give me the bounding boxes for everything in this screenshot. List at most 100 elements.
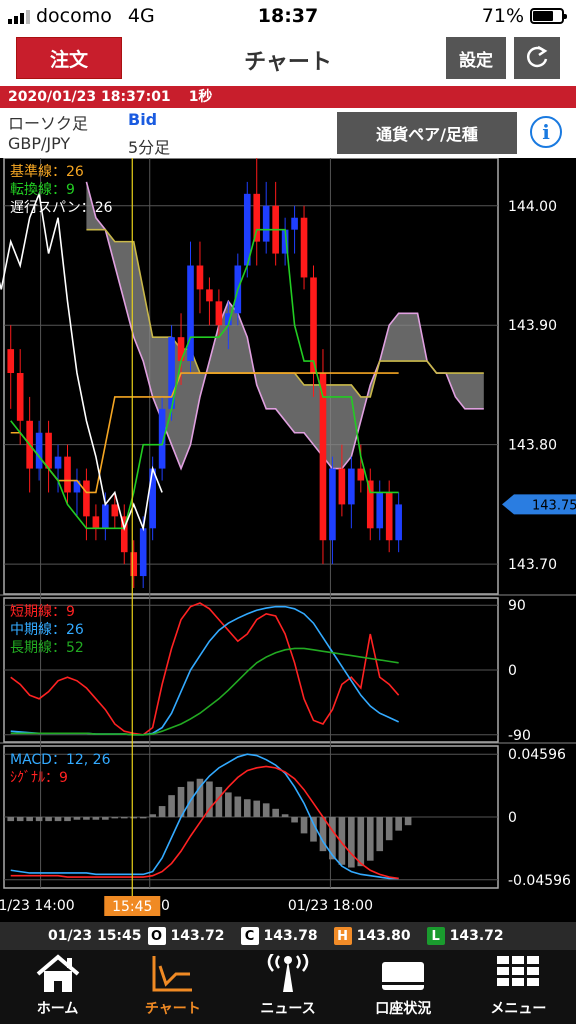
macd-histogram-bar xyxy=(215,786,223,817)
deviation-legend-label: 短期線：9 xyxy=(10,604,75,620)
macd-tick-label: 0.04596 xyxy=(508,747,566,763)
macd-histogram-bar xyxy=(225,792,232,817)
candle-body xyxy=(319,373,327,541)
candle-body xyxy=(385,492,393,541)
candle-body xyxy=(300,217,308,278)
macd-histogram-bar xyxy=(243,799,251,817)
info-icon[interactable]: i xyxy=(530,116,562,148)
price-tick-label: 143.80 xyxy=(508,438,557,454)
datetime-text: 2020/01/23 18:37:01 xyxy=(8,89,171,105)
macd-histogram-bar xyxy=(395,817,402,831)
open-value: 143.72 xyxy=(170,928,225,944)
macd-histogram-bar xyxy=(35,817,43,822)
macd-histogram-bar xyxy=(281,814,289,817)
candle-body xyxy=(348,468,355,505)
deviation-legend-label: 中期線：26 xyxy=(10,622,84,638)
macd-histogram-bar xyxy=(7,817,15,822)
time-tick-label: 1/23 14:00 xyxy=(0,898,75,914)
candle-body xyxy=(338,468,346,505)
macd-histogram-bar xyxy=(168,795,175,817)
battery-icon xyxy=(530,8,567,24)
price-legend-label: 基準線：26 xyxy=(10,163,84,180)
candle-body xyxy=(111,504,119,517)
candle-body xyxy=(64,456,71,493)
tab-chart-label: チャート xyxy=(144,1001,201,1017)
tab-bar: ホーム チャート ニュース 口座状況 メニュー xyxy=(0,950,576,1024)
candle-body xyxy=(130,552,138,577)
tab-account[interactable]: 口座状況 xyxy=(346,950,461,1024)
tab-news-label: ニュース xyxy=(260,1001,316,1017)
settings-button[interactable]: 設定 xyxy=(446,37,506,79)
candle-body xyxy=(7,349,15,374)
macd-histogram-bar xyxy=(92,817,100,820)
macd-histogram-bar xyxy=(404,817,412,826)
tab-menu-label: メニュー xyxy=(490,1001,547,1017)
tab-chart[interactable]: チャート xyxy=(115,950,230,1024)
refresh-button[interactable] xyxy=(514,37,560,79)
nav-bar: 注文 チャート 設定 xyxy=(0,32,576,86)
deviation-legend-label: 長期線：52 xyxy=(10,640,84,656)
candle-body xyxy=(329,468,336,541)
tab-home[interactable]: ホーム xyxy=(0,950,115,1024)
price-type: Bid xyxy=(128,110,158,129)
candle-body xyxy=(139,528,147,577)
macd-histogram-bar xyxy=(366,817,374,861)
macd-histogram-bar xyxy=(111,817,119,819)
news-icon xyxy=(267,954,309,992)
candle-body xyxy=(262,205,270,242)
macd-histogram-bar xyxy=(376,817,384,852)
close-label: C xyxy=(240,927,259,945)
tab-home-label: ホーム xyxy=(36,1001,79,1017)
update-interval: 1秒 xyxy=(188,89,213,105)
pair-timeframe-button[interactable]: 通貨ペア/足種 xyxy=(337,112,517,154)
low-value: 143.72 xyxy=(449,928,504,944)
candle-body xyxy=(366,480,374,529)
order-button[interactable]: 注文 xyxy=(16,37,122,79)
macd-histogram-bar xyxy=(348,817,355,868)
tab-account-label: 口座状況 xyxy=(375,1001,432,1017)
macd-histogram-bar xyxy=(102,817,109,820)
candle-body xyxy=(187,265,194,362)
menu-grid-icon xyxy=(497,956,540,986)
macd-histogram-bar xyxy=(54,817,62,822)
chart-type-row: ローソク足 Bid xyxy=(8,110,157,134)
macd-histogram-bar xyxy=(234,796,242,817)
tab-menu[interactable]: メニュー xyxy=(461,950,576,1024)
macd-histogram-bar xyxy=(26,817,33,822)
macd-histogram-bar xyxy=(291,817,298,823)
ohlc-time: 01/23 15:45 xyxy=(48,928,142,944)
chart-icon xyxy=(152,956,192,992)
macd-histogram-bar xyxy=(73,817,81,820)
price-tick-label: 144.00 xyxy=(508,199,557,215)
macd-tick-label: -0.04596 xyxy=(508,873,571,889)
macd-histogram-bar xyxy=(45,817,52,822)
macd-histogram-bar xyxy=(272,808,279,817)
time-tick-label: 01/23 18:00 xyxy=(288,898,373,914)
candle-body xyxy=(291,217,298,230)
macd-histogram-bar xyxy=(149,814,156,817)
candle-body xyxy=(54,456,62,469)
ohlc-close: C 143.78 xyxy=(240,927,318,945)
price-tick-label: 143.90 xyxy=(508,318,557,334)
macd-histogram-bar xyxy=(300,817,308,834)
pair-row: GBP/JPY 5分足 xyxy=(8,134,170,157)
ohlc-low: L 143.72 xyxy=(426,927,504,945)
tab-news[interactable]: ニュース xyxy=(230,950,345,1024)
chikou-span-line xyxy=(0,190,163,532)
status-bar: docomo 4G 18:37 71% xyxy=(0,0,576,32)
candle-body xyxy=(310,277,317,374)
current-price-label: 143.75 xyxy=(532,498,576,513)
macd-histogram-bar xyxy=(16,817,24,822)
macd-histogram-bar xyxy=(158,806,166,817)
chart-type-label: ローソク足 xyxy=(8,114,89,133)
status-right: 71% xyxy=(481,5,567,27)
battery-percent: 71% xyxy=(481,5,524,27)
candle-body xyxy=(177,337,185,362)
deviation-tick-label: 90 xyxy=(508,598,526,614)
macd-legend-label: MACD：12, 26 xyxy=(10,752,111,768)
price-legend-label: 転換線：9 xyxy=(10,182,75,198)
macd-histogram-bar xyxy=(64,817,71,822)
crosshair-time-label: 15:45 xyxy=(112,899,152,915)
macd-histogram-bar xyxy=(139,817,147,819)
chart-area[interactable]: 144.00 143.90 143.80 143.70 基準線：26 転換線：9 遅行スパン… xyxy=(0,158,576,920)
